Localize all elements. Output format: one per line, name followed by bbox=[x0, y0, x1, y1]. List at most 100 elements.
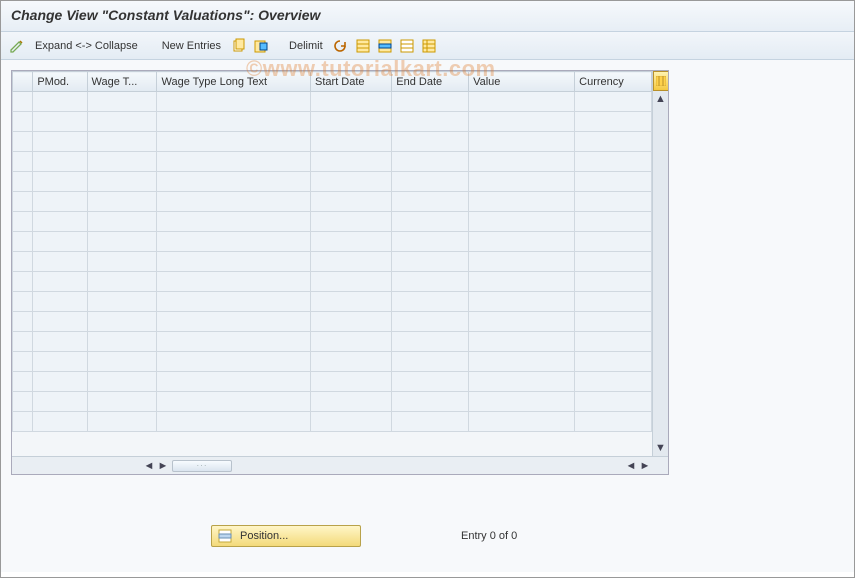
col-header-waget[interactable]: Wage T... bbox=[87, 72, 157, 92]
table-row[interactable] bbox=[13, 312, 652, 332]
cell[interactable] bbox=[157, 272, 311, 292]
col-header-pmod[interactable]: PMod. bbox=[33, 72, 87, 92]
cell[interactable] bbox=[392, 412, 469, 432]
cell[interactable] bbox=[33, 252, 87, 272]
table-row[interactable] bbox=[13, 332, 652, 352]
cell[interactable] bbox=[575, 192, 652, 212]
delimit-button[interactable]: Delimit bbox=[285, 40, 327, 52]
row-selector[interactable] bbox=[13, 132, 33, 152]
table-row[interactable] bbox=[13, 352, 652, 372]
col-header-wagelong[interactable]: Wage Type Long Text bbox=[157, 72, 311, 92]
cell[interactable] bbox=[469, 152, 575, 172]
scroll-right-icon[interactable]: ► bbox=[156, 459, 170, 473]
cell[interactable] bbox=[33, 412, 87, 432]
cell[interactable] bbox=[311, 112, 392, 132]
cell[interactable] bbox=[311, 192, 392, 212]
cell[interactable] bbox=[311, 412, 392, 432]
table-row[interactable] bbox=[13, 112, 652, 132]
cell[interactable] bbox=[469, 132, 575, 152]
cell[interactable] bbox=[575, 352, 652, 372]
cell[interactable] bbox=[33, 132, 87, 152]
scroll-thumb-horizontal[interactable]: ··· bbox=[172, 460, 232, 472]
cell[interactable] bbox=[33, 332, 87, 352]
toggle-display-change-icon[interactable] bbox=[9, 38, 25, 54]
cell[interactable] bbox=[469, 292, 575, 312]
scroll-up-icon[interactable]: ▲ bbox=[653, 91, 669, 107]
cell[interactable] bbox=[469, 312, 575, 332]
row-selector[interactable] bbox=[13, 252, 33, 272]
cell[interactable] bbox=[469, 92, 575, 112]
cell[interactable] bbox=[392, 312, 469, 332]
table-row[interactable] bbox=[13, 132, 652, 152]
cell[interactable] bbox=[33, 312, 87, 332]
cell[interactable] bbox=[87, 312, 157, 332]
cell[interactable] bbox=[469, 192, 575, 212]
cell[interactable] bbox=[157, 332, 311, 352]
cell[interactable] bbox=[157, 192, 311, 212]
cell[interactable] bbox=[33, 292, 87, 312]
cell[interactable] bbox=[157, 132, 311, 152]
cell[interactable] bbox=[469, 232, 575, 252]
new-entries-button[interactable]: New Entries bbox=[158, 40, 225, 52]
table-row[interactable] bbox=[13, 252, 652, 272]
row-selector[interactable] bbox=[13, 112, 33, 132]
cell[interactable] bbox=[575, 312, 652, 332]
select-all-icon[interactable] bbox=[355, 38, 371, 54]
cell[interactable] bbox=[469, 392, 575, 412]
cell[interactable] bbox=[311, 132, 392, 152]
cell[interactable] bbox=[469, 212, 575, 232]
cell[interactable] bbox=[575, 92, 652, 112]
delete-icon[interactable] bbox=[253, 38, 269, 54]
cell[interactable] bbox=[469, 352, 575, 372]
cell[interactable] bbox=[87, 332, 157, 352]
cell[interactable] bbox=[33, 232, 87, 252]
cell[interactable] bbox=[311, 372, 392, 392]
scroll-right-end-icon[interactable]: ► bbox=[638, 459, 652, 473]
cell[interactable] bbox=[311, 252, 392, 272]
cell[interactable] bbox=[575, 272, 652, 292]
cell[interactable] bbox=[87, 352, 157, 372]
cell[interactable] bbox=[87, 252, 157, 272]
cell[interactable] bbox=[392, 392, 469, 412]
row-selector[interactable] bbox=[13, 292, 33, 312]
scroll-left-end-icon[interactable]: ◄ bbox=[624, 459, 638, 473]
cell[interactable] bbox=[33, 112, 87, 132]
expand-collapse-button[interactable]: Expand <-> Collapse bbox=[31, 40, 142, 52]
cell[interactable] bbox=[157, 412, 311, 432]
cell[interactable] bbox=[87, 172, 157, 192]
row-selector[interactable] bbox=[13, 172, 33, 192]
table-row[interactable] bbox=[13, 152, 652, 172]
copy-as-icon[interactable] bbox=[231, 38, 247, 54]
cell[interactable] bbox=[87, 192, 157, 212]
cell[interactable] bbox=[157, 252, 311, 272]
cell[interactable] bbox=[311, 272, 392, 292]
cell[interactable] bbox=[311, 152, 392, 172]
row-selector[interactable] bbox=[13, 212, 33, 232]
cell[interactable] bbox=[311, 312, 392, 332]
cell[interactable] bbox=[157, 212, 311, 232]
cell[interactable] bbox=[575, 412, 652, 432]
table-row[interactable] bbox=[13, 92, 652, 112]
cell[interactable] bbox=[33, 172, 87, 192]
cell[interactable] bbox=[33, 392, 87, 412]
position-button[interactable]: Position... bbox=[211, 525, 361, 547]
cell[interactable] bbox=[33, 152, 87, 172]
cell[interactable] bbox=[311, 172, 392, 192]
cell[interactable] bbox=[311, 92, 392, 112]
vertical-scrollbar[interactable]: ▲ ▼ bbox=[652, 71, 668, 456]
cell[interactable] bbox=[392, 112, 469, 132]
cell[interactable] bbox=[392, 192, 469, 212]
scroll-down-icon[interactable]: ▼ bbox=[653, 440, 669, 456]
cell[interactable] bbox=[87, 92, 157, 112]
cell[interactable] bbox=[575, 292, 652, 312]
cell[interactable] bbox=[469, 412, 575, 432]
row-selector[interactable] bbox=[13, 392, 33, 412]
cell[interactable] bbox=[157, 312, 311, 332]
cell[interactable] bbox=[311, 212, 392, 232]
cell[interactable] bbox=[87, 152, 157, 172]
select-block-icon[interactable] bbox=[377, 38, 393, 54]
cell[interactable] bbox=[575, 372, 652, 392]
cell[interactable] bbox=[311, 292, 392, 312]
cell[interactable] bbox=[469, 372, 575, 392]
cell[interactable] bbox=[392, 292, 469, 312]
